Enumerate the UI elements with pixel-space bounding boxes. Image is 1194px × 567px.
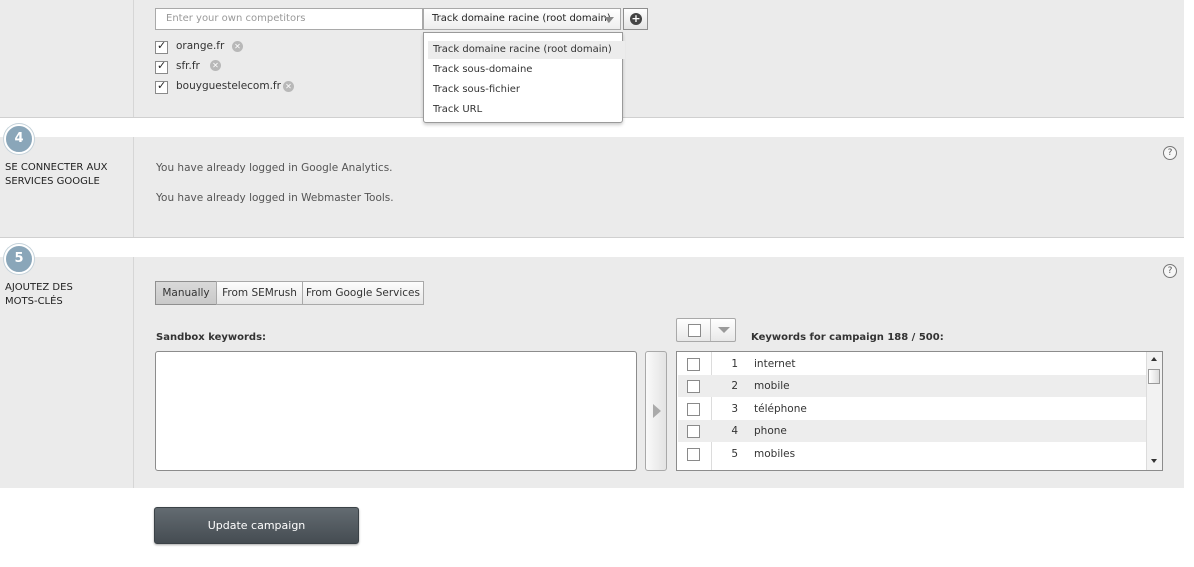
keyword-text: mobile	[754, 380, 790, 392]
help-icon[interactable]: ?	[1163, 264, 1177, 278]
keyword-row: 3 téléphone	[678, 398, 1146, 420]
tab-manually[interactable]: Manually	[155, 281, 217, 305]
competitor-item: bouyguestelecom.fr ✕	[155, 79, 405, 94]
dropdown-option-url[interactable]: Track URL	[428, 101, 625, 119]
dropdown-option-subfolder[interactable]: Track sous-fichier	[428, 81, 625, 99]
keyword-text: phone	[754, 425, 787, 437]
section-title: SE CONNECTER AUX SERVICES GOOGLE	[5, 161, 108, 189]
scrollbar-thumb[interactable]	[1148, 369, 1160, 384]
competitor-name: sfr.fr	[176, 60, 200, 72]
section-title-line: AJOUTEZ DES	[5, 282, 73, 293]
keyword-checkbox[interactable]	[687, 380, 700, 393]
keyword-checkbox[interactable]	[687, 358, 700, 371]
competitor-name: orange.fr	[176, 40, 225, 52]
keyword-row: 1 internet	[678, 353, 1146, 375]
add-competitor-button[interactable]: +	[623, 8, 648, 30]
dropdown-option-root-domain[interactable]: Track domaine racine (root domain)	[428, 41, 625, 59]
competitor-name: bouyguestelecom.fr	[176, 80, 281, 92]
competitor-input[interactable]: Enter your own competitors	[155, 8, 423, 30]
tab-from-google-services[interactable]: From Google Services	[302, 281, 424, 305]
arrow-right-icon	[653, 404, 661, 418]
scrollbar[interactable]	[1146, 352, 1162, 470]
keyword-number: 5	[731, 448, 738, 460]
webmaster-status: You have already logged in Webmaster Too…	[156, 192, 394, 204]
remove-icon[interactable]: ✕	[283, 81, 294, 92]
campaign-keywords-list: 1 internet 2 mobile 3 téléphone 4 phone …	[676, 351, 1163, 471]
track-type-selected: Track domaine racine (root domain)	[432, 13, 611, 24]
chevron-down-icon	[604, 17, 614, 23]
step-number: 5	[4, 244, 34, 274]
competitor-checkbox[interactable]	[155, 59, 168, 74]
plus-circle-icon: +	[630, 12, 642, 25]
section-title-line: SERVICES GOOGLE	[5, 176, 100, 187]
section-title-line: MOTS-CLÉS	[5, 296, 63, 307]
select-all-control[interactable]	[676, 318, 736, 342]
section-left-column	[0, 0, 134, 117]
keyword-row: 5 mobiles	[678, 443, 1146, 465]
remove-icon[interactable]: ✕	[232, 41, 243, 52]
keyword-text: internet	[754, 358, 796, 370]
dropdown-option-subdomain[interactable]: Track sous-domaine	[428, 61, 625, 79]
keyword-row: 2 mobile	[678, 375, 1146, 397]
section-title: AJOUTEZ DES MOTS-CLÉS	[5, 281, 73, 309]
track-type-dropdown: Track domaine racine (root domain) Track…	[423, 32, 625, 123]
help-icon[interactable]: ?	[1163, 146, 1177, 160]
remove-icon[interactable]: ✕	[210, 60, 221, 71]
scroll-down-icon[interactable]	[1151, 459, 1157, 463]
keyword-checkbox[interactable]	[687, 425, 700, 438]
select-all-checkbox[interactable]	[688, 324, 701, 337]
section-title-line: SE CONNECTER AUX	[5, 162, 108, 173]
analytics-status: You have already logged in Google Analyt…	[156, 162, 393, 174]
keyword-text: téléphone	[754, 403, 807, 415]
chevron-down-icon[interactable]	[718, 327, 730, 333]
tab-from-semrush[interactable]: From SEMrush	[216, 281, 303, 305]
section-separator	[0, 237, 1184, 257]
keyword-number: 1	[731, 358, 738, 370]
keyword-number: 2	[731, 380, 738, 392]
update-campaign-button[interactable]: Update campaign	[154, 507, 359, 544]
campaign-keywords-label: Keywords for campaign 188 / 500:	[751, 332, 944, 343]
keyword-number: 4	[731, 425, 738, 437]
keywords-section: AJOUTEZ DES MOTS-CLÉS ? Manually From SE…	[0, 257, 1184, 488]
competitor-checkbox[interactable]	[155, 79, 168, 94]
move-keywords-button[interactable]	[645, 351, 667, 471]
scroll-up-icon[interactable]	[1151, 357, 1157, 361]
divider	[710, 319, 711, 341]
keyword-number: 3	[731, 403, 738, 415]
competitor-item: sfr.fr ✕	[155, 59, 405, 74]
competitor-input-placeholder: Enter your own competitors	[166, 13, 306, 24]
sandbox-textarea[interactable]	[155, 351, 637, 471]
track-type-select[interactable]: Track domaine racine (root domain)	[423, 8, 621, 30]
keyword-text: mobiles	[754, 448, 796, 460]
competitor-item: orange.fr ✕	[155, 39, 405, 54]
google-services-section: SE CONNECTER AUX SERVICES GOOGLE You hav…	[0, 137, 1184, 237]
competitor-checkbox[interactable]	[155, 39, 168, 54]
keyword-checkbox[interactable]	[687, 403, 700, 416]
sandbox-label: Sandbox keywords:	[156, 332, 267, 343]
keyword-checkbox[interactable]	[687, 448, 700, 461]
step-number: 4	[4, 124, 34, 154]
keyword-row: 4 phone	[678, 420, 1146, 442]
